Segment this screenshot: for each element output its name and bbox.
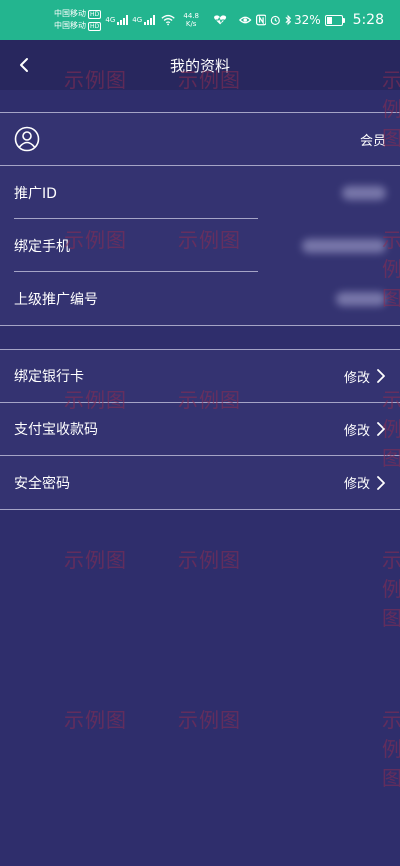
bound-phone-value <box>302 238 386 253</box>
net-speed: 44.8 K/s <box>183 12 199 28</box>
alarm-icon <box>270 15 281 26</box>
wifi-icon <box>161 14 175 26</box>
net-speed-unit: K/s <box>185 20 197 28</box>
chevron-right-icon <box>377 369 385 383</box>
hd-badge: HD <box>88 9 102 19</box>
network-type-label: 4G <box>105 16 116 24</box>
net-speed-value: 44.8 <box>183 12 199 20</box>
battery-fill <box>326 16 332 24</box>
edit-label: 修改 <box>343 370 370 386</box>
member-row: 会员 <box>0 113 400 166</box>
security-password-label: 安全密码 <box>14 475 70 492</box>
edit-label: 修改 <box>343 477 370 492</box>
heart-rate-icon <box>214 15 227 25</box>
settings-section: 绑定银行卡 修改 支付宝收款码 修改 安全密码 修改 <box>0 349 400 510</box>
watermark: 示例图 <box>64 708 127 732</box>
promo-id-row: 推广ID <box>0 166 400 219</box>
promo-id-label: 推广ID <box>14 185 57 202</box>
security-password-edit[interactable]: 修改 <box>344 473 386 492</box>
bank-card-label: 绑定银行卡 <box>14 369 84 385</box>
referrer-code-value <box>336 291 386 306</box>
edit-label: 修改 <box>343 423 370 439</box>
signal-icon-2 <box>144 15 156 25</box>
network-type-label-2: 4G <box>132 16 143 24</box>
carrier-2-label: 中国移动 <box>54 21 86 30</box>
chevron-right-icon <box>377 475 385 490</box>
profile-section: 会员 推广ID 绑定手机 上级推广编号 <box>0 112 400 326</box>
battery-percent: 32% <box>293 13 321 27</box>
battery-icon <box>324 14 345 26</box>
hd-badge-2: HD <box>88 21 102 31</box>
clock: 5:28 <box>352 12 385 28</box>
bound-phone-row: 绑定手机 <box>0 219 400 272</box>
member-role: 会员 <box>359 133 386 149</box>
referrer-code-row: 上级推广编号 <box>0 272 400 325</box>
bluetooth-icon <box>285 14 291 26</box>
promo-id-value <box>342 185 386 200</box>
alipay-qr-edit[interactable]: 修改 <box>344 420 386 439</box>
watermark: 示例图 <box>178 708 241 732</box>
security-password-row[interactable]: 安全密码 修改 <box>0 456 400 509</box>
alipay-qr-label: 支付宝收款码 <box>14 422 98 438</box>
page-title: 我的资料 <box>169 56 230 75</box>
carrier-1-label: 中国移动 <box>54 9 86 18</box>
bank-card-edit[interactable]: 修改 <box>344 367 386 386</box>
nfc-icon <box>255 14 267 26</box>
watermark: 示例图 <box>178 548 241 572</box>
watermark: 示例图 <box>382 548 400 630</box>
alipay-qr-row[interactable]: 支付宝收款码 修改 <box>0 403 400 456</box>
bound-phone-label: 绑定手机 <box>14 238 70 255</box>
eye-icon <box>239 16 252 24</box>
bank-card-row[interactable]: 绑定银行卡 修改 <box>0 350 400 403</box>
status-bar: 中国移动 HD 中国移动 HD 4G 4G 44.8 K/s 32% 5:28 <box>0 0 400 40</box>
watermark: 示例图 <box>382 708 400 790</box>
back-button[interactable] <box>6 47 42 83</box>
chevron-left-icon <box>20 58 28 72</box>
signal-icon <box>117 15 129 25</box>
navigation-bar: 我的资料 <box>0 40 400 90</box>
chevron-right-icon <box>377 422 385 436</box>
user-circle-icon <box>14 126 40 152</box>
referrer-code-label: 上级推广编号 <box>14 291 98 308</box>
watermark: 示例图 <box>64 548 127 572</box>
carrier-info: 中国移动 HD 中国移动 HD <box>54 8 105 32</box>
